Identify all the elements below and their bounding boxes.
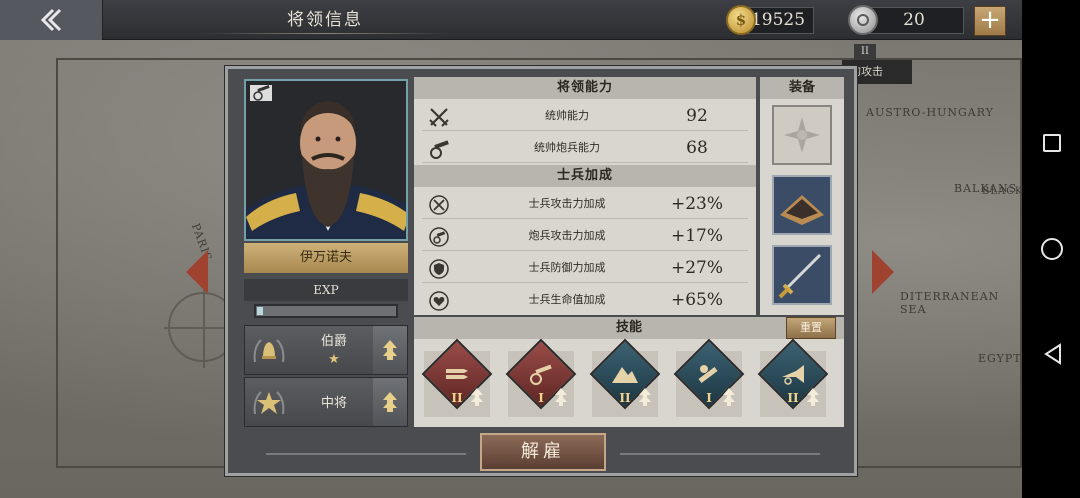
ability-value: 92 <box>686 106 708 126</box>
next-general-arrow[interactable] <box>872 250 894 294</box>
equipment-slot-terrain[interactable] <box>772 175 832 235</box>
cannon-icon <box>430 140 449 159</box>
map-label-egypt: EGYPT <box>978 352 1022 365</box>
crossed-swords-icon <box>429 108 449 127</box>
divider-line <box>266 453 466 455</box>
bonus-row-health: 士兵生命值加成 +65% <box>422 285 748 315</box>
silver-medal-icon <box>848 5 878 35</box>
abilities-header: 将领能力 <box>414 77 756 99</box>
medal-amount: 20 <box>864 7 964 34</box>
scroll-icon <box>698 365 718 383</box>
skill-slot[interactable]: I <box>505 338 577 425</box>
military-rank-row: 中将 <box>244 377 408 427</box>
ability-label: 统帅炮兵能力 <box>534 141 600 154</box>
mountain-icon <box>612 367 638 383</box>
skills-area: 技能 重置 II I II I II <box>414 317 844 427</box>
add-currency-button[interactable]: + <box>974 6 1006 36</box>
skill-upgrade-arrow-icon <box>555 388 567 406</box>
map-label-austria: AUSTRO-HUNGARY <box>866 106 994 119</box>
noble-rank-row: 伯爵 ★ <box>244 325 408 375</box>
back-chevron-icon <box>40 8 62 32</box>
skill-level: I <box>706 391 712 405</box>
map-label-black: BLACK <box>982 186 1022 197</box>
equipment-header: 装备 <box>760 77 844 99</box>
ability-row-artillery: 统帅炮兵能力 68 <box>422 133 748 163</box>
medal-icon <box>784 117 820 153</box>
map-label-sea: DITERRANEAN SEA <box>900 290 1000 316</box>
artillery-class-icon <box>250 85 272 101</box>
bonus-value: +23% <box>670 194 724 214</box>
bonus-row-attack: 士兵攻击力加成 +23% <box>422 189 748 219</box>
upgrade-rank-button[interactable] <box>373 378 407 426</box>
noble-stars: ★ <box>328 352 340 367</box>
skill-slot[interactable]: II <box>421 338 493 425</box>
bonus-value: +65% <box>670 290 724 310</box>
artillery-icon <box>530 364 552 385</box>
divider-line <box>620 453 820 455</box>
back-button[interactable] <box>0 0 103 40</box>
general-name: 伊万诺夫 <box>244 243 408 273</box>
skill-level: I <box>538 391 544 405</box>
star-laurel-icon <box>253 391 285 415</box>
equipment-area: 装备 <box>760 77 844 315</box>
skill-slot[interactable]: II <box>757 338 829 425</box>
general-portrait <box>244 79 408 241</box>
exp-label: EXP <box>244 279 408 301</box>
top-bar: 将领信息 19525 $ 20 + <box>0 0 1080 40</box>
equipment-slot-weapon[interactable] <box>772 245 832 305</box>
sword-plus-icon <box>429 195 449 215</box>
skill-upgrade-arrow-icon <box>807 388 819 406</box>
terrain-icon <box>780 195 824 225</box>
equipment-slot-medal[interactable] <box>772 105 832 165</box>
back-triangle-icon[interactable] <box>1043 343 1063 365</box>
bonus-label: 士兵防御力加成 <box>528 261 606 274</box>
exp-progress-fill <box>257 307 263 315</box>
unit-level-badge: II <box>854 44 876 60</box>
helmet-laurel-icon <box>253 339 285 363</box>
ability-label: 统帅能力 <box>545 109 589 122</box>
skill-level: II <box>451 391 463 405</box>
bonuses-header: 士兵加成 <box>414 165 756 187</box>
upgrade-arrow-icon <box>383 392 397 412</box>
skill-slot[interactable]: II <box>589 338 661 425</box>
skills-header: 技能 <box>414 317 844 339</box>
cannon-plus-icon <box>429 227 449 247</box>
military-rank-title: 中将 <box>320 396 347 411</box>
ability-value: 68 <box>686 138 708 158</box>
skill-upgrade-arrow-icon <box>471 388 483 406</box>
stats-area: 将领能力 统帅能力 92 统帅炮兵能力 68 士兵加成 士兵攻击力加成 +23%… <box>414 77 756 315</box>
bonus-label: 士兵生命值加成 <box>528 293 606 306</box>
general-portrait-image <box>246 81 406 239</box>
bonus-value: +27% <box>670 258 724 278</box>
heart-plus-icon <box>429 291 449 311</box>
bugle-icon <box>782 365 804 385</box>
saber-icon <box>778 253 822 299</box>
skill-slot[interactable]: I <box>673 338 745 425</box>
bonus-row-defense: 士兵防御力加成 +27% <box>422 253 748 283</box>
skill-upgrade-arrow-icon <box>723 388 735 406</box>
noble-title: 伯爵 <box>320 334 347 349</box>
reset-skills-button[interactable]: 重置 <box>786 317 836 339</box>
skill-upgrade-arrow-icon <box>639 388 651 406</box>
ability-row-command: 统帅能力 92 <box>422 101 748 131</box>
bullets-icon <box>446 369 468 379</box>
bonus-value: +17% <box>670 226 724 246</box>
bonus-label: 炮兵攻击力加成 <box>528 229 606 242</box>
upgrade-arrow-icon <box>383 340 397 360</box>
gold-coin-icon: $ <box>726 5 756 35</box>
home-icon[interactable] <box>1041 238 1063 260</box>
skill-level: II <box>787 391 799 405</box>
page-title: 将领信息 <box>200 0 450 40</box>
bonus-row-artillery: 炮兵攻击力加成 +17% <box>422 221 748 251</box>
dismiss-general-button[interactable]: 解雇 <box>480 433 606 471</box>
upgrade-noble-button[interactable] <box>373 326 407 374</box>
recents-icon[interactable] <box>1043 134 1061 152</box>
shield-plus-icon <box>429 259 449 279</box>
general-info-panel: 伊万诺夫 EXP 伯爵 ★ 中将 将领能力 统帅能力 92 统帅炮兵能力 68 … <box>225 66 857 476</box>
bonus-label: 士兵攻击力加成 <box>528 197 606 210</box>
skill-level: II <box>619 391 631 405</box>
previous-general-arrow[interactable] <box>186 250 208 294</box>
exp-progress-bar <box>254 304 398 318</box>
